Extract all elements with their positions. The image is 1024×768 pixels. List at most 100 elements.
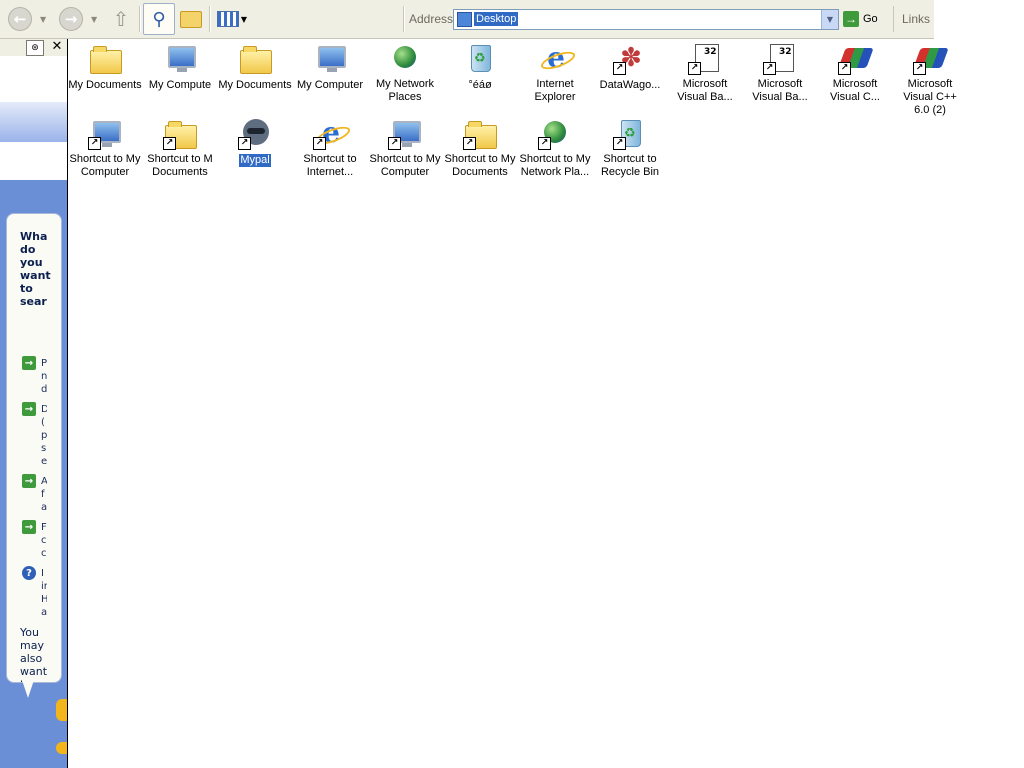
shortcut-arrow-icon: ↗ [538,137,551,150]
address-input[interactable]: Desktop [474,12,519,26]
search-option[interactable]: ? I in H a [22,566,61,618]
search-bubble: Wha do you want to sear → P n d → D ( p … [6,213,62,683]
desktop-icon-label: Shortcut to My Computer [69,153,141,178]
forward-arrow-icon: → [59,7,83,31]
desktop-icon-label: Mypal [239,154,271,167]
pin-icon[interactable]: ⊛ [26,40,44,56]
desktop-icon[interactable]: My Network Places [367,38,443,104]
back-history-dropdown[interactable]: ▼ [40,4,46,34]
desktop-icon [457,12,472,27]
search-option[interactable]: → P n d [22,356,61,395]
desktop-icon-label: Shortcut to My Documents [444,153,516,178]
shortcut-arrow-icon: ↗ [388,137,401,150]
desktop-icon-label: Internet Explorer [534,78,576,103]
desktop-icon[interactable]: My Documents [67,38,143,92]
computer-icon: ↗ [88,117,121,150]
search-dog-icon[interactable] [56,699,67,721]
desktop-icon[interactable]: My Computer [292,38,368,92]
desktop-icon-label: Microsoft Visual Ba... [677,78,733,103]
desktop-icon-label: Shortcut to My Network Pla... [519,153,591,178]
back-button[interactable]: ← [8,4,32,34]
magnifier-icon: ⚲ [152,8,166,30]
search-option-label: P n d [41,358,47,395]
computer-icon [314,42,346,74]
desktop-icon[interactable]: My Compute [142,38,218,92]
up-button[interactable]: ⇧ [108,4,134,34]
shortcut-arrow-icon: ↗ [613,62,626,75]
close-icon: ✕ [51,39,63,54]
pane-header: ⊛ ✕ [0,39,67,56]
desktop-icon-label: Shortcut to Internet... [303,153,357,178]
desktop-icon-label: My Computer [296,79,364,91]
desktop-icon[interactable]: ↗ Microsoft Visual C++ 6.0 (2) [892,38,968,117]
search-button[interactable]: ⚲ [143,3,175,35]
desktop-icon[interactable]: ↗ Shortcut to My Computer [67,113,143,179]
close-pane-button[interactable]: ✕ [50,39,64,55]
chevron-down-icon: ▼ [826,15,834,24]
desktop-icon[interactable]: ↗ Shortcut to Recycle Bin [592,113,668,179]
shortcut-arrow-icon: ↗ [238,137,251,150]
toolbar-separator [403,6,405,32]
green-arrow-icon: → [22,520,36,534]
desktop-icon[interactable]: ↗ Shortcut to My Computer [367,113,443,179]
search-option[interactable]: → A f a [22,474,61,513]
desktop-icon-label: Microsoft Visual C... [830,78,880,103]
views-button[interactable]: ▼ [215,4,249,34]
toolbar-separator [893,6,894,32]
folder-icon: ↗ [163,117,197,150]
desktop-icon-label: °éáø [468,79,492,91]
visual-cpp-icon: ↗ [913,42,949,75]
address-dropdown-button[interactable]: ▼ [821,10,838,29]
desktop-icon[interactable]: ↗ Mypal [217,113,293,167]
links-button[interactable]: Links [902,12,930,26]
desktop-icon-label: Microsoft Visual Ba... [752,78,808,103]
shortcut-arrow-icon: ↗ [163,137,176,150]
shortcut-arrow-icon: ↗ [688,62,701,75]
views-icon [216,11,239,27]
go-label: Go [863,12,878,25]
search-companion-pane: ⊛ ✕ Wha do you want to sear → P n d → D … [0,39,68,768]
folders-icon [180,10,202,28]
network-places-icon [389,42,421,74]
desktop-icon[interactable]: ↗ Microsoft Visual C... [817,38,893,104]
folder-icon [239,42,272,74]
desktop-icon[interactable]: e Internet Explorer [517,38,593,104]
pane-blank [0,142,67,180]
forward-history-dropdown[interactable]: ▼ [91,4,97,34]
search-option-label: A f a [41,476,47,513]
desktop-icon[interactable]: ↗ Shortcut to M Documents [142,113,218,179]
desktop-icon[interactable]: ↗ Shortcut to My Documents [442,113,518,179]
toolbar-separator [209,6,211,32]
network-places-icon: ↗ [538,117,571,150]
shortcut-arrow-icon: ↗ [313,137,326,150]
search-option-label: F c c [41,522,47,559]
search-option-label: D ( p s e [41,404,47,467]
computer-icon [164,42,196,74]
internet-explorer-icon: e [539,42,571,74]
shortcut-arrow-icon: ↗ [88,137,101,150]
desktop-icon[interactable]: ↗ Microsoft Visual Ba... [742,38,818,104]
address-bar[interactable]: Desktop ▼ [453,9,839,30]
shortcut-arrow-icon: ↗ [913,62,926,75]
desktop-icon-label: Microsoft Visual C++ 6.0 (2) [903,78,957,116]
desktop-icon[interactable]: My Documents [217,38,293,92]
help-icon: ? [22,566,36,580]
desktop-icon[interactable]: e ↗ Shortcut to Internet... [292,113,368,179]
green-arrow-icon: → [22,402,36,416]
desktop-icon[interactable]: °éáø [442,38,518,92]
desktop-icon[interactable]: ↗ Shortcut to My Network Pla... [517,113,593,179]
visual-cpp-icon: ↗ [838,42,874,75]
search-option[interactable]: → D ( p s e [22,402,61,467]
search-option-label: I in H a [41,568,47,618]
go-button[interactable]: → Go [843,9,878,28]
desktop-icon[interactable]: ↗ Microsoft Visual Ba... [667,38,743,104]
forward-button[interactable]: → [59,4,83,34]
desktop-icon[interactable]: ✽ ↗ DataWago... [592,38,668,92]
datawagon-icon: ✽ ↗ [613,42,646,75]
explorer-toolbar: ← ▼ → ▼ ⇧ ⚲ ▼ Address Desktop ▼ → Go Lin… [0,0,934,39]
pane-gradient [0,102,67,142]
shortcut-arrow-icon: ↗ [763,62,776,75]
search-option[interactable]: → F c c [22,520,61,559]
green-arrow-icon: → [22,474,36,488]
folders-button[interactable] [178,4,204,34]
